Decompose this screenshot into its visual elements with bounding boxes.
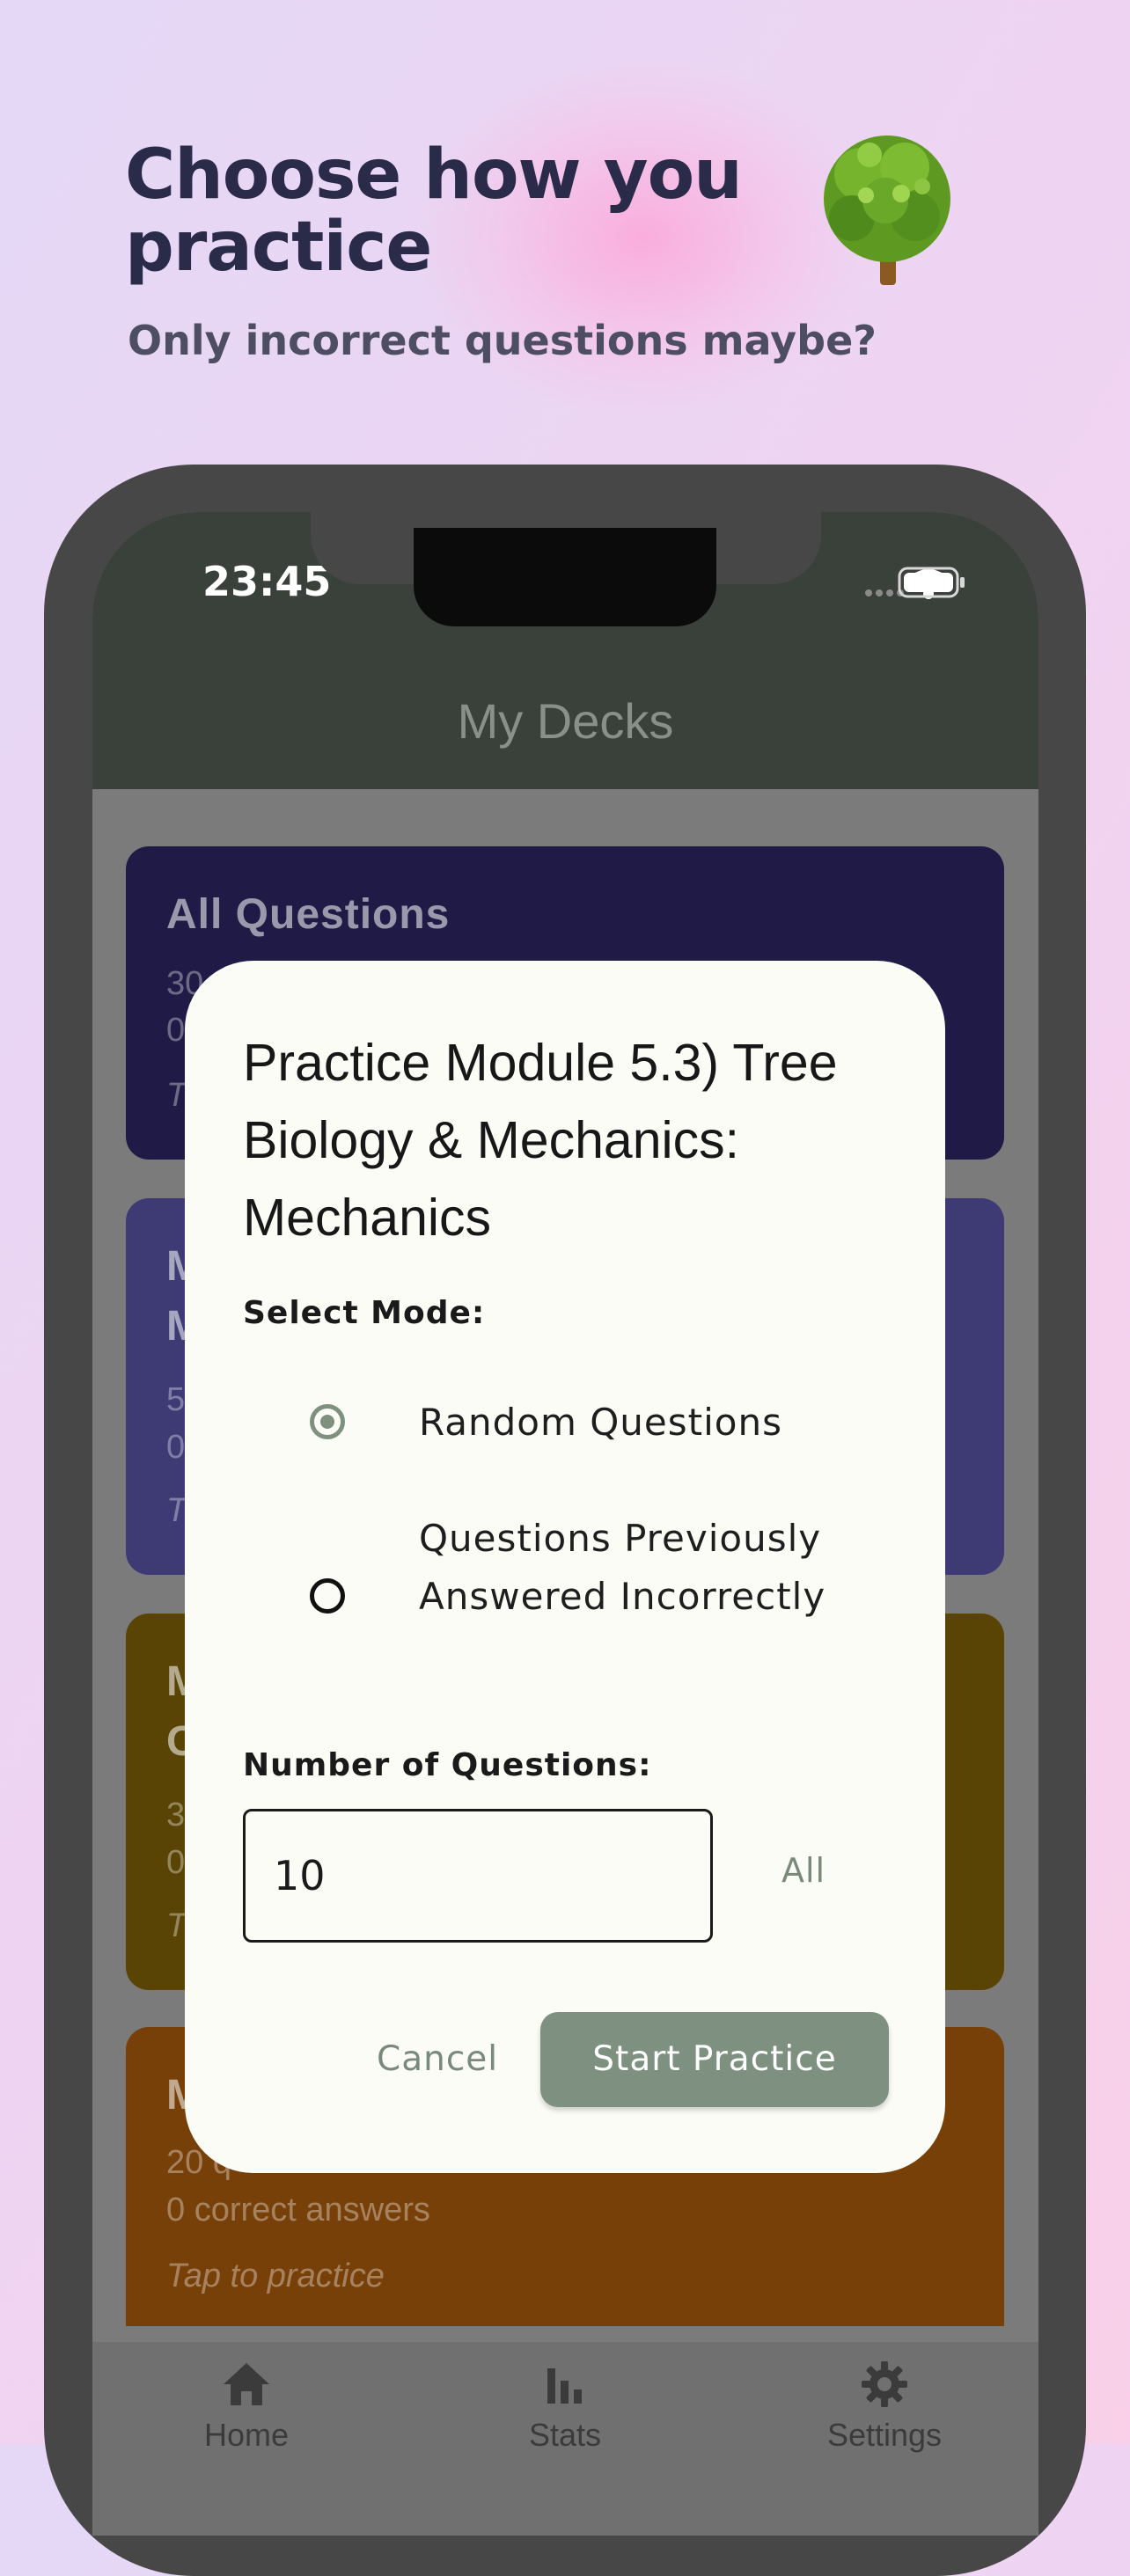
deck-tap-hint: Tap to practice [166, 2258, 385, 2294]
mode-option-label: Questions Previously Answered Incorrectl… [419, 1517, 826, 1618]
deck-correct-count: 0 correct answers [166, 2192, 430, 2228]
battery-icon [898, 567, 965, 598]
deck-title: All Questions [166, 891, 451, 938]
cancel-button[interactable]: Cancel [377, 2039, 498, 2079]
status-time: 23:45 [202, 558, 332, 605]
home-icon [224, 2363, 269, 2405]
dynamic-island [414, 528, 716, 626]
nav-home[interactable]: Home [150, 2360, 343, 2454]
promo-subhead: Only incorrect questions maybe? [128, 317, 877, 364]
nav-stats-label: Stats [528, 2417, 602, 2453]
radio-selected-icon[interactable] [310, 1404, 345, 1439]
deck-correct-count: 0 [166, 1429, 186, 1466]
deck-tap-hint: T [166, 1907, 187, 1944]
bottom-nav: Home Stats Settings [92, 2342, 1038, 2536]
deck-correct-count: 0 [166, 1844, 186, 1881]
mode-option-label: Random Questions [419, 1401, 782, 1444]
all-button[interactable]: All [781, 1851, 825, 1890]
start-practice-button[interactable]: Start Practice [540, 2012, 889, 2107]
dialog-title: Practice Module 5.3) Tree Biology & Mech… [243, 1034, 838, 1247]
tree-icon [824, 135, 950, 285]
deck-tap-hint: T [166, 1492, 187, 1529]
number-of-questions-label: Number of Questions: [243, 1747, 652, 1783]
deck-question-count: 5 [166, 1381, 186, 1418]
number-of-questions-input[interactable] [243, 1809, 713, 1943]
nav-settings-label: Settings [826, 2417, 943, 2453]
nav-stats[interactable]: Stats [468, 2360, 662, 2454]
gear-icon [862, 2361, 907, 2407]
promo-headline: Choose how you practice [125, 135, 743, 287]
select-mode-label: Select Mode: [243, 1295, 486, 1331]
screen-title: My Decks [457, 693, 674, 749]
deck-question-count: 3 [166, 1797, 186, 1833]
nav-home-label: Home [203, 2417, 290, 2453]
deck-tap-hint: T [166, 1077, 187, 1114]
radio-unselected-icon[interactable] [310, 1578, 345, 1614]
bar-chart-icon [547, 2368, 582, 2404]
practice-dialog: Practice Module 5.3) Tree Biology & Mech… [185, 961, 945, 2173]
deck-correct-count: 0 [166, 1012, 186, 1049]
nav-settings[interactable]: Settings [788, 2360, 981, 2454]
